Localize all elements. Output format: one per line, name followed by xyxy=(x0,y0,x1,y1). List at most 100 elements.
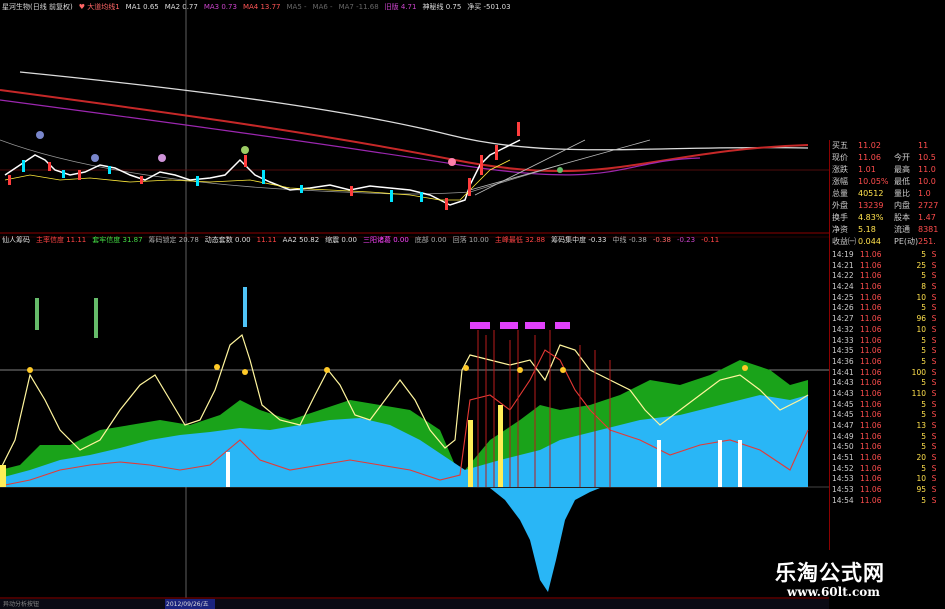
tick-cell: 14:33 xyxy=(832,335,854,345)
tick-row: 14:36 11.06 5 S xyxy=(830,357,945,368)
tick-cell: 11.06 xyxy=(860,250,882,259)
tick-cell: S xyxy=(931,485,937,495)
header-item: 回落 10.00 xyxy=(452,236,489,244)
tick-cell: S xyxy=(931,335,937,345)
tick-cell: 14:53 xyxy=(832,474,854,484)
quote-cell: 股本 xyxy=(894,213,910,222)
tick-list[interactable]: 14:19 11.06 5 S 14:21 11.06 25 S 14:22 11.06 5 S 14:… xyxy=(830,250,945,507)
tick-row: 14:52 11.06 5 S xyxy=(830,464,945,475)
quote-cell: 流通 xyxy=(894,225,910,234)
tick-row: 14:45 11.06 5 S xyxy=(830,410,945,421)
bottom-left-label[interactable]: 异动分析按钮 xyxy=(3,599,39,608)
quote-row: 收益㈠ 0.044 PE(动) 251. xyxy=(830,236,945,248)
quote-row: 现价 11.06 今开 10.5 xyxy=(830,152,945,164)
main-chart[interactable] xyxy=(0,0,829,609)
candles xyxy=(8,122,520,210)
tick-row: 14:27 11.06 96 S xyxy=(830,314,945,325)
tick-cell: 14:52 xyxy=(832,463,854,473)
quote-cell: 1.47 xyxy=(918,213,936,222)
quote-cell: 8381 xyxy=(918,225,939,234)
quote-cell: 最高 xyxy=(894,165,910,174)
tick-cell: 14:47 xyxy=(832,421,854,430)
tick-cell: 11.06 xyxy=(860,410,882,420)
tick-cell: 14:24 xyxy=(832,282,854,292)
tick-cell: 5 xyxy=(921,410,926,420)
header-item: 仙人筹码 xyxy=(2,236,30,244)
quote-cell: 10.0 xyxy=(918,177,936,186)
tick-cell: 11.06 xyxy=(860,324,882,334)
tick-cell: S xyxy=(931,453,937,463)
quote-cell: 5.18 xyxy=(858,225,876,234)
watermark-title: 乐淘公式网 xyxy=(775,560,885,585)
tick-cell: 110 xyxy=(911,388,926,398)
tick-cell: 11.06 xyxy=(860,292,882,302)
tick-cell: 100 xyxy=(911,367,926,377)
tick-row: 14:47 11.06 13 S xyxy=(830,421,945,432)
tick-cell: 5 xyxy=(921,271,926,281)
quote-cell: 1.01 xyxy=(858,165,876,174)
watermark-url: www.60lt.com xyxy=(787,585,880,599)
tick-cell: 5 xyxy=(921,463,926,473)
tick-row: 14:24 11.06 8 S xyxy=(830,282,945,293)
quote-row: 涨幅 10.05% 最低 10.0 xyxy=(830,176,945,188)
tick-cell: 5 xyxy=(921,303,926,313)
quote-row: 买五 11.02 11 xyxy=(830,140,945,152)
header-item: 主率信度 11.11 xyxy=(36,236,87,244)
tick-cell: 5 xyxy=(921,495,926,505)
quote-cell: 换手 xyxy=(832,213,848,222)
tick-cell: 5 xyxy=(921,335,926,345)
header-item: 三阳诸葛 0.00 xyxy=(362,236,409,244)
tick-row: 14:33 11.06 5 S xyxy=(830,336,945,347)
tick-cell: 11.06 xyxy=(860,346,882,356)
quote-row: 净资 5.18 流通 8381 xyxy=(830,224,945,236)
tick-row: 14:41 11.06 100 S xyxy=(830,368,945,379)
quote-cell: 2727 xyxy=(918,201,939,210)
header-item: 主峰最低 32.88 xyxy=(494,236,546,244)
tick-cell: 14:49 xyxy=(832,431,854,441)
header-item: 11.11 xyxy=(256,236,277,244)
quote-row: 外盘 13239 内盘 2727 xyxy=(830,200,945,212)
tick-row: 14:51 11.06 20 S xyxy=(830,453,945,464)
quote-cell: 10.5 xyxy=(918,153,936,162)
quote-cell: 涨幅 xyxy=(832,177,848,186)
tick-row: 14:25 11.06 10 S xyxy=(830,293,945,304)
tick-cell: 14:54 xyxy=(832,495,854,505)
header-item: 缩震 0.00 xyxy=(325,236,357,244)
tick-cell: 14:26 xyxy=(832,303,854,313)
quote-cell: PE(动) xyxy=(894,237,918,246)
quote-cell: 现价 xyxy=(832,153,848,162)
quote-cell: 40512 xyxy=(858,189,884,198)
tick-cell: S xyxy=(931,399,937,409)
quote-row: 总量 40512 量比 1.0 xyxy=(830,188,945,200)
tick-cell: 10 xyxy=(916,474,926,484)
quote-cell: 11.02 xyxy=(858,141,881,150)
tick-cell: 11.06 xyxy=(860,431,882,441)
quote-cell: 今开 xyxy=(894,153,910,162)
tick-cell: 10 xyxy=(916,324,926,334)
quote-cell: 0.044 xyxy=(858,237,881,246)
quote-cell: 13239 xyxy=(858,201,884,210)
tick-cell: S xyxy=(931,378,937,388)
tick-cell: 14:32 xyxy=(832,324,854,334)
quote-cell: 收益㈠ xyxy=(832,237,856,246)
tick-row: 14:26 11.06 5 S xyxy=(830,303,945,314)
tick-cell: 13 xyxy=(916,421,926,430)
tick-cell: 11.06 xyxy=(860,485,882,495)
tick-cell: 11.06 xyxy=(860,388,882,398)
header-item: 动态套数 0.00 xyxy=(204,236,251,244)
quote-summary: 买五 11.02 11 现价 11.06 今开 10.5 涨跌 1.01 最高 11.0 涨幅 10.0… xyxy=(830,140,945,248)
tick-cell: S xyxy=(931,442,937,452)
tick-cell: 11.06 xyxy=(860,453,882,463)
quote-cell: 1.0 xyxy=(918,189,931,198)
tick-cell: 10 xyxy=(916,292,926,302)
quote-cell: 外盘 xyxy=(832,201,848,210)
tick-cell: 14:25 xyxy=(832,292,854,302)
tick-cell: 14:43 xyxy=(832,388,854,398)
tick-cell: 14:21 xyxy=(832,260,854,270)
tick-cell: S xyxy=(931,346,937,356)
tick-row: 14:50 11.06 5 S xyxy=(830,442,945,453)
tick-row: 14:32 11.06 10 S xyxy=(830,325,945,336)
tick-cell: S xyxy=(931,303,937,313)
tick-cell: 11.06 xyxy=(860,421,882,430)
tick-cell: 11.06 xyxy=(860,399,882,409)
